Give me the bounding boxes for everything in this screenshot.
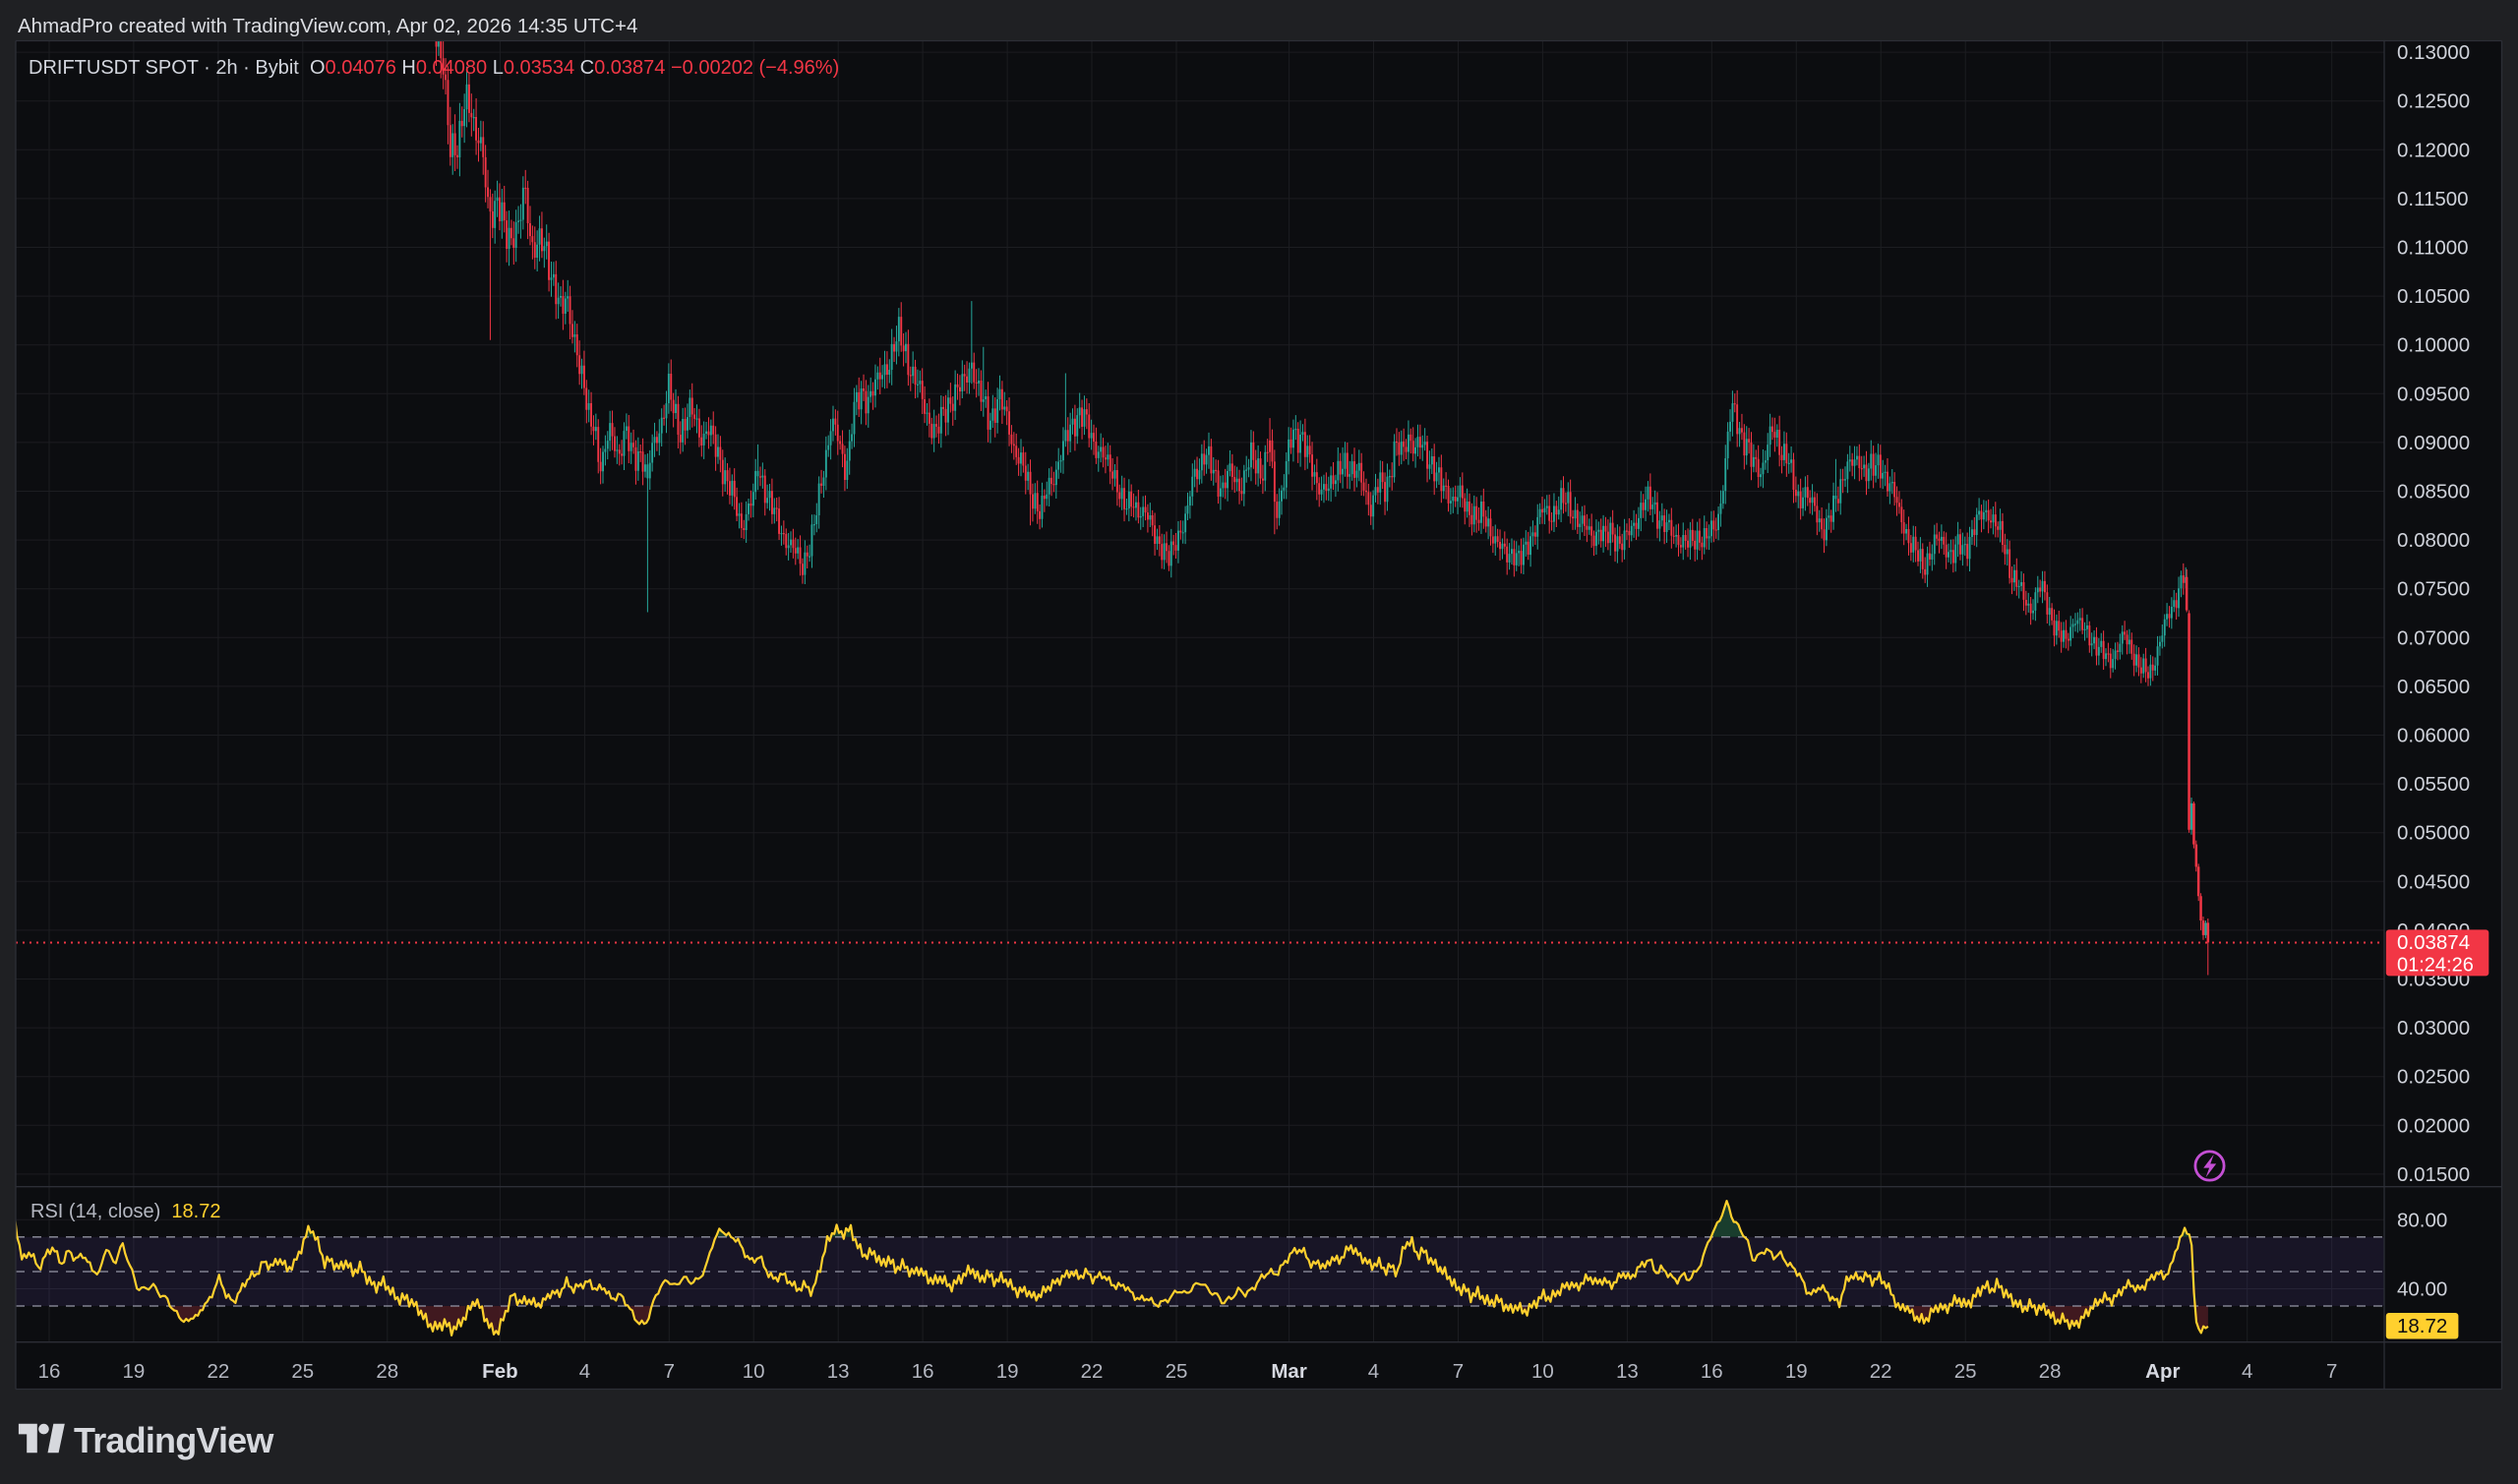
svg-text:0.08000: 0.08000 [2397,529,2470,552]
svg-text:0.02500: 0.02500 [2397,1066,2470,1089]
svg-text:0.12500: 0.12500 [2397,90,2470,113]
svg-text:TradingView: TradingView [74,1420,274,1460]
svg-text:0.05000: 0.05000 [2397,822,2470,845]
svg-text:0.09500: 0.09500 [2397,383,2470,405]
svg-text:AhmadPro created with TradingV: AhmadPro created with TradingView.com, A… [18,15,637,37]
svg-text:RSI (14, close) 18.72: RSI (14, close) 18.72 [30,1201,220,1222]
svg-text:0.02000: 0.02000 [2397,1114,2470,1137]
svg-text:22: 22 [207,1360,229,1383]
svg-text:Apr: Apr [2145,1360,2180,1383]
svg-text:0.07000: 0.07000 [2397,626,2470,649]
svg-text:25: 25 [1166,1360,1188,1383]
svg-text:28: 28 [2039,1360,2062,1383]
svg-text:16: 16 [38,1360,61,1383]
svg-text:13: 13 [1616,1360,1639,1383]
svg-text:80.00: 80.00 [2397,1209,2447,1231]
svg-text:0.03874: 0.03874 [2397,931,2470,954]
svg-text:40.00: 40.00 [2397,1278,2447,1301]
svg-text:0.12000: 0.12000 [2397,139,2470,161]
svg-text:7: 7 [1453,1360,1464,1383]
svg-text:25: 25 [1954,1360,1977,1383]
svg-text:16: 16 [912,1360,934,1383]
svg-text:10: 10 [1531,1360,1554,1383]
svg-text:0.06500: 0.06500 [2397,676,2470,698]
svg-text:10: 10 [743,1360,765,1383]
svg-text:0.08500: 0.08500 [2397,481,2470,504]
svg-text:7: 7 [2326,1360,2337,1383]
svg-text:19: 19 [996,1360,1019,1383]
svg-text:DRIFTUSDT SPOT · 2h · Bybit O: DRIFTUSDT SPOT · 2h · Bybit O0.04076 H0.… [29,57,839,79]
svg-text:0.01500: 0.01500 [2397,1163,2470,1186]
svg-text:19: 19 [122,1360,145,1383]
svg-text:22: 22 [1081,1360,1104,1383]
svg-text:19: 19 [1785,1360,1808,1383]
svg-text:0.07500: 0.07500 [2397,578,2470,601]
svg-text:0.05500: 0.05500 [2397,773,2470,796]
svg-text:01:24:26: 01:24:26 [2397,955,2474,977]
svg-text:0.13000: 0.13000 [2397,41,2470,64]
svg-text:4: 4 [2242,1360,2252,1383]
svg-text:7: 7 [664,1360,675,1383]
svg-text:0.10000: 0.10000 [2397,334,2470,357]
svg-text:16: 16 [1701,1360,1723,1383]
svg-text:22: 22 [1870,1360,1892,1383]
svg-text:25: 25 [291,1360,314,1383]
svg-text:Mar: Mar [1271,1360,1306,1383]
svg-text:Feb: Feb [482,1360,517,1383]
svg-text:0.11500: 0.11500 [2397,188,2469,210]
svg-text:13: 13 [827,1360,850,1383]
svg-text:4: 4 [579,1360,590,1383]
svg-text:4: 4 [1368,1360,1379,1383]
svg-text:0.09000: 0.09000 [2397,432,2470,454]
svg-text:0.10500: 0.10500 [2397,285,2470,308]
svg-text:0.11000: 0.11000 [2397,237,2469,260]
svg-text:0.03000: 0.03000 [2397,1017,2470,1039]
svg-text:18.72: 18.72 [2397,1315,2447,1337]
svg-text:28: 28 [376,1360,398,1383]
svg-text:0.06000: 0.06000 [2397,725,2470,747]
svg-text:0.04500: 0.04500 [2397,870,2470,893]
